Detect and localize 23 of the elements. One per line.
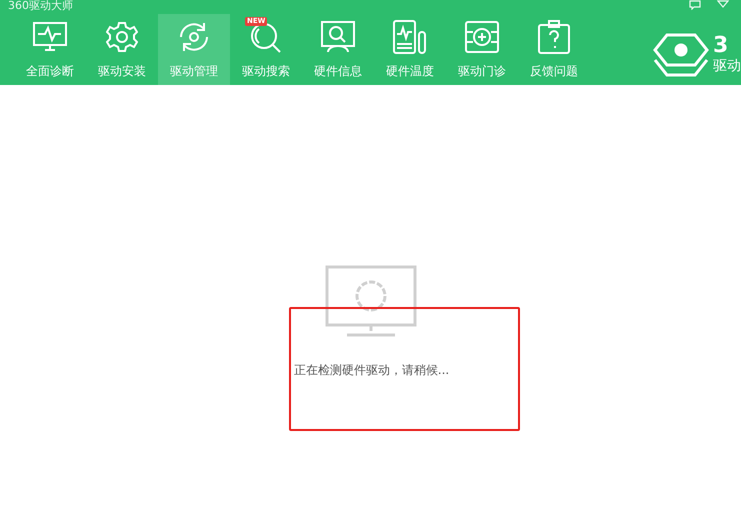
nav-tab[interactable]: 驱动门诊 [446, 14, 518, 85]
monitor-search-icon [321, 21, 355, 53]
logo-number: 3 [713, 35, 728, 57]
window-title: 360驱动大师 [8, 0, 73, 11]
refresh-icon [177, 21, 211, 53]
loading-message: 正在检测硬件驱动，请稍候... [294, 362, 450, 379]
nav-tab[interactable]: 反馈问题 [518, 14, 590, 85]
nav-tab[interactable]: 硬件信息 [302, 14, 374, 85]
logo-icon [653, 32, 709, 78]
monitor-pulse-icon [33, 22, 67, 52]
nav-tab[interactable]: 驱动管理 [158, 14, 230, 85]
thermometer-icon [393, 20, 427, 54]
nav-tab[interactable]: 硬件温度 [374, 14, 446, 85]
clipboard-question-icon [537, 20, 571, 54]
nav-tab[interactable]: 驱动安装 [86, 14, 158, 85]
monitor-loading-icon [324, 265, 416, 337]
search-icon [249, 21, 283, 53]
nav-tab[interactable]: 全面诊断 [14, 14, 86, 85]
settings-icon [106, 21, 138, 53]
chat-icon[interactable] [689, 0, 701, 10]
medical-kit-icon [465, 21, 499, 53]
logo-name: 驱动 [713, 57, 741, 75]
dropdown-icon[interactable] [717, 0, 729, 8]
